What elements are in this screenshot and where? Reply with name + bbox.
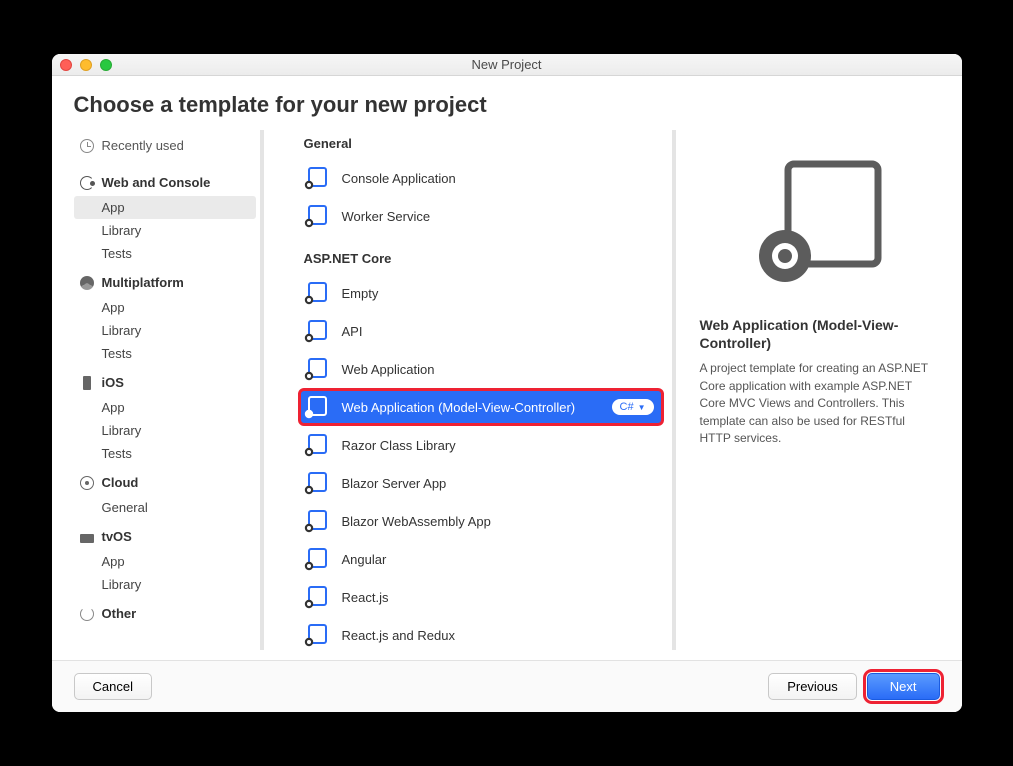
- template-item[interactable]: API: [300, 314, 662, 348]
- sidebar-item-general[interactable]: General: [74, 496, 256, 519]
- template-item-label: Console Application: [342, 171, 456, 186]
- sidebar-category-cloud[interactable]: Cloud: [74, 465, 256, 496]
- new-project-dialog: New Project Choose a template for your n…: [52, 54, 962, 712]
- sidebar-item-app[interactable]: App: [74, 296, 256, 319]
- sidebar-item-app[interactable]: App: [74, 196, 256, 219]
- template-item[interactable]: Razor Class Library: [300, 428, 662, 462]
- cancel-button[interactable]: Cancel: [74, 673, 152, 700]
- web-console-icon: [80, 176, 94, 190]
- sidebar-category-label: tvOS: [102, 529, 132, 544]
- template-detail-pane: Web Application (Model-View-Controller) …: [692, 130, 940, 650]
- template-item[interactable]: Worker Service: [300, 199, 662, 233]
- previous-button[interactable]: Previous: [768, 673, 857, 700]
- sidebar-category-ios[interactable]: iOS: [74, 365, 256, 396]
- template-item-label: API: [342, 324, 363, 339]
- template-item-label: React.js and Redux: [342, 628, 455, 643]
- template-item[interactable]: Web Application (Model-View-Controller) C…: [300, 390, 662, 424]
- sidebar-category-web-and-console[interactable]: Web and Console: [74, 165, 256, 196]
- clock-icon: [80, 139, 94, 153]
- sidebar-category-label: Cloud: [102, 475, 139, 490]
- template-item-label: Worker Service: [342, 209, 431, 224]
- next-button[interactable]: Next: [867, 673, 940, 700]
- template-item[interactable]: Blazor Server App: [300, 466, 662, 500]
- sidebar-category-multiplatform[interactable]: Multiplatform: [74, 265, 256, 296]
- dialog-footer: Cancel Previous Next: [52, 660, 962, 712]
- page-title: Choose a template for your new project: [52, 76, 962, 130]
- template-list: General Console Application Worker Service…: [280, 130, 676, 650]
- sidebar-category-label: iOS: [102, 375, 124, 390]
- minimize-window-button[interactable]: [80, 59, 92, 71]
- sidebar-category-label: Web and Console: [102, 175, 211, 190]
- tvos-icon: [80, 534, 94, 543]
- language-selector[interactable]: C# ▼: [612, 399, 654, 415]
- content-area: Recently used Web and ConsoleAppLibraryT…: [52, 130, 962, 660]
- template-item-label: React.js: [342, 590, 389, 605]
- template-item[interactable]: Empty: [300, 276, 662, 310]
- sidebar-category-other[interactable]: Other: [74, 596, 256, 627]
- template-item-label: Empty: [342, 286, 379, 301]
- template-item-label: Angular: [342, 552, 387, 567]
- sidebar-item-library[interactable]: Library: [74, 419, 256, 442]
- window-controls: [60, 59, 112, 71]
- template-item[interactable]: Web Application: [300, 352, 662, 386]
- close-window-button[interactable]: [60, 59, 72, 71]
- sidebar-item-tests[interactable]: Tests: [74, 342, 256, 365]
- template-item-label: Web Application: [342, 362, 435, 377]
- sidebar-category-label: Other: [102, 606, 137, 621]
- template-item-label: Razor Class Library: [342, 438, 456, 453]
- multiplatform-icon: [80, 276, 94, 290]
- sidebar-item-app[interactable]: App: [74, 396, 256, 419]
- other-icon: [80, 607, 94, 621]
- sidebar-item-tests[interactable]: Tests: [74, 242, 256, 265]
- template-group-title: ASP.NET Core: [280, 245, 662, 276]
- zoom-window-button[interactable]: [100, 59, 112, 71]
- sidebar-item-library[interactable]: Library: [74, 319, 256, 342]
- recently-used-label: Recently used: [102, 138, 184, 153]
- template-item[interactable]: Blazor WebAssembly App: [300, 504, 662, 538]
- category-sidebar: Recently used Web and ConsoleAppLibraryT…: [74, 130, 264, 650]
- sidebar-category-tvos[interactable]: tvOS: [74, 519, 256, 550]
- template-item[interactable]: React.js: [300, 580, 662, 614]
- detail-title: Web Application (Model-View-Controller): [700, 316, 936, 352]
- chevron-down-icon: ▼: [638, 403, 646, 412]
- titlebar: New Project: [52, 54, 962, 76]
- sidebar-item-tests[interactable]: Tests: [74, 442, 256, 465]
- sidebar-item-library[interactable]: Library: [74, 573, 256, 596]
- sidebar-category-label: Multiplatform: [102, 275, 184, 290]
- template-item-label: Web Application (Model-View-Controller): [342, 400, 576, 415]
- template-item-label: Blazor WebAssembly App: [342, 514, 491, 529]
- recently-used-item[interactable]: Recently used: [74, 130, 256, 165]
- detail-description: A project template for creating an ASP.N…: [700, 360, 936, 447]
- ios-icon: [83, 376, 91, 390]
- template-item-label: Blazor Server App: [342, 476, 447, 491]
- template-item[interactable]: Console Application: [300, 161, 662, 195]
- template-item[interactable]: React.js and Redux: [300, 618, 662, 650]
- template-group-title: General: [280, 130, 662, 161]
- window-title: New Project: [52, 57, 962, 72]
- language-label: C#: [620, 401, 634, 413]
- template-item[interactable]: Angular: [300, 542, 662, 576]
- cloud-icon: [80, 476, 94, 490]
- template-preview-icon: [700, 136, 936, 316]
- sidebar-item-app[interactable]: App: [74, 550, 256, 573]
- sidebar-item-library[interactable]: Library: [74, 219, 256, 242]
